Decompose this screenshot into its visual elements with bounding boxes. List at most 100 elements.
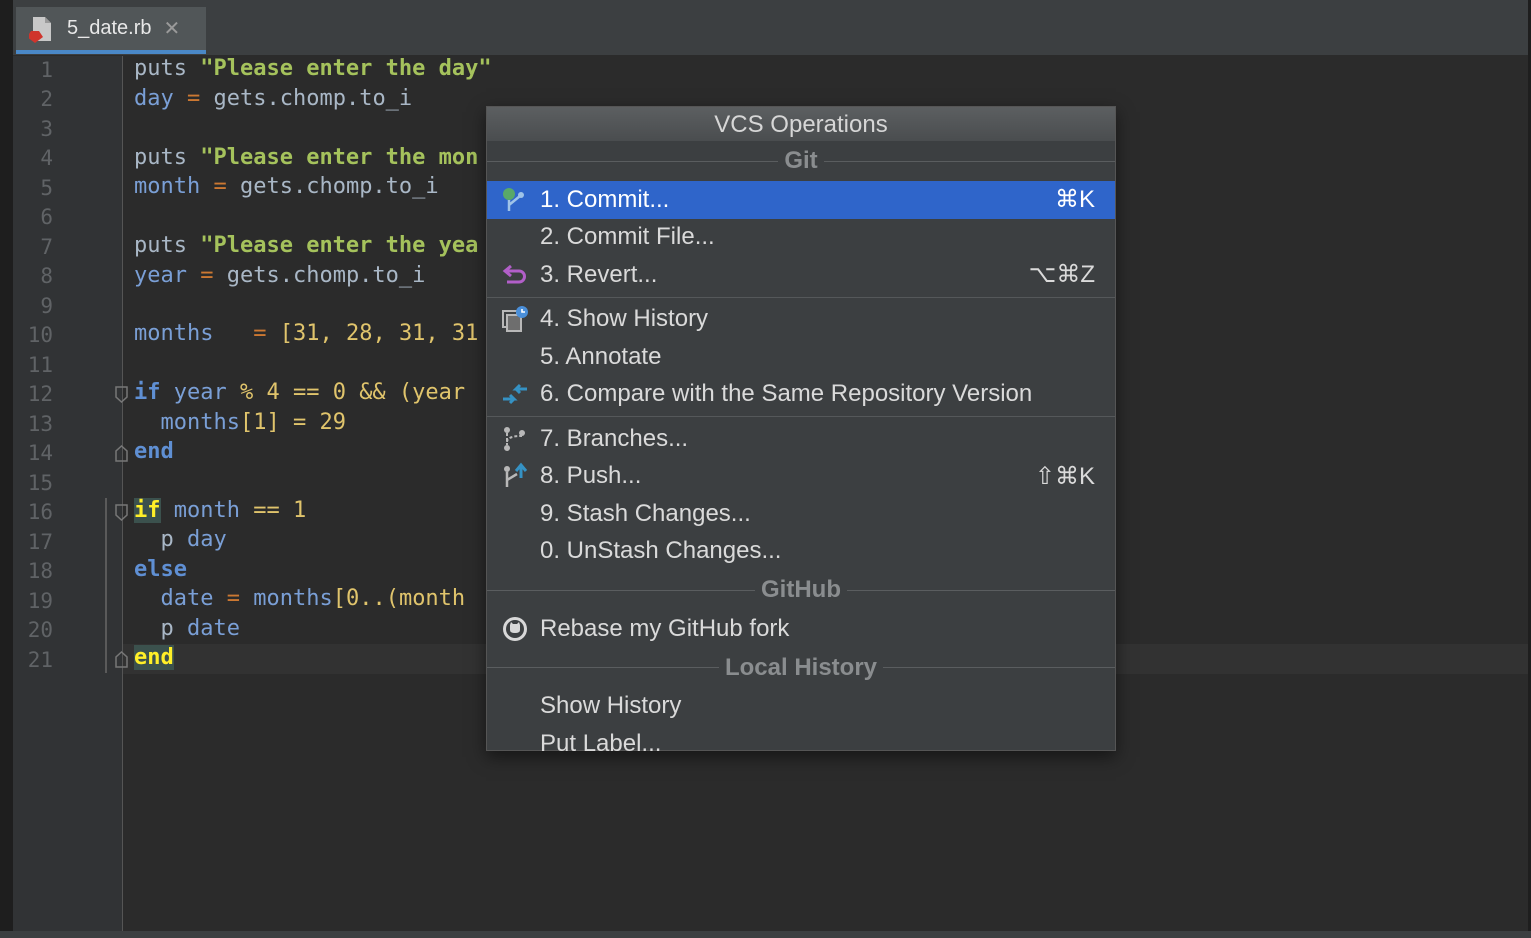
code-keyword: puts: [134, 56, 187, 81]
code-line[interactable]: p day: [134, 527, 227, 552]
menu-item-shortcut: ⌥⌘Z: [1028, 261, 1095, 289]
menu-item-local-show-history[interactable]: Show History: [487, 688, 1115, 726]
menu-item-push[interactable]: 8. Push... ⇧⌘K: [487, 458, 1115, 496]
code-line[interactable]: p date: [134, 616, 240, 641]
menu-item-shortcut: ⇧⌘K: [1034, 462, 1095, 490]
code-line[interactable]: end: [134, 439, 174, 464]
window-frame-left: [0, 0, 13, 938]
menu-item-put-label[interactable]: Put Label...: [487, 725, 1115, 763]
fold-marker-icon[interactable]: [115, 651, 128, 668]
menu-item-label: 3. Revert...: [540, 260, 658, 288]
window-frame-bottom: [0, 931, 1531, 938]
menu-item-label: 8. Push...: [540, 462, 642, 490]
code-variable: date: [187, 616, 240, 641]
code-line[interactable]: months[1] = 29: [134, 410, 346, 435]
line-number: 13: [27, 412, 53, 436]
gutter-divider: [122, 56, 123, 931]
menu-item-commit-file[interactable]: 2. Commit File...: [487, 219, 1115, 257]
code-operator: =: [213, 174, 227, 199]
line-number: 10: [27, 323, 53, 347]
code-line[interactable]: end: [134, 645, 174, 670]
menu-item-compare[interactable]: 6. Compare with the Same Repository Vers…: [487, 376, 1115, 414]
code-line[interactable]: year = gets.chomp.to_i: [134, 263, 425, 288]
group-label: GitHub: [761, 576, 841, 603]
code-variable: months: [134, 321, 214, 346]
line-number: 4: [40, 146, 53, 170]
menu-item-rebase-fork[interactable]: Rebase my GitHub fork: [487, 610, 1115, 648]
menu-item-label: 6. Compare with the Same Repository Vers…: [540, 380, 1033, 408]
menu-item-show-history[interactable]: 4. Show History: [487, 301, 1115, 339]
tab-filename: 5_date.rb: [67, 17, 152, 39]
menu-separator: [487, 416, 1115, 417]
revert-icon: [500, 260, 530, 290]
code-line[interactable]: if month == 1: [134, 498, 306, 523]
menu-item-label: Put Label...: [540, 729, 662, 757]
github-icon: [500, 614, 530, 644]
line-number: 6: [40, 205, 53, 229]
line-number: 17: [27, 530, 53, 554]
code-line[interactable]: if year % 4 == 0 && (year: [134, 380, 465, 405]
code-line[interactable]: puts "Please enter the yea: [134, 233, 478, 258]
line-number: 5: [40, 176, 53, 200]
code-text: == 1: [253, 498, 307, 523]
code-keyword: end: [134, 645, 174, 670]
branches-icon: [500, 424, 530, 454]
menu-item-label: 1. Commit...: [540, 185, 670, 213]
line-number: 16: [27, 500, 53, 524]
code-variable: month: [134, 174, 201, 199]
line-number: 1: [40, 58, 53, 82]
code-text: [31, 28, 31, 31: [279, 321, 479, 346]
code-line[interactable]: puts "Please enter the mon: [134, 145, 478, 170]
code-line[interactable]: day = gets.chomp.to_i: [134, 86, 412, 111]
group-header-local-history: Local History: [487, 648, 1116, 688]
code-variable: year: [173, 380, 227, 405]
code-string: "Please enter the mon: [200, 145, 479, 170]
code-text: [0..(month: [332, 586, 466, 611]
compare-icon: [500, 379, 530, 409]
code-operator: =: [187, 86, 201, 111]
line-number: 20: [27, 618, 53, 642]
menu-item-unstash[interactable]: 0. UnStash Changes...: [487, 533, 1115, 571]
editor-tab-bar: 5_date.rb ✕: [13, 0, 1528, 56]
fold-marker-icon[interactable]: [115, 386, 128, 403]
menu-item-label: Show History: [540, 692, 682, 720]
push-icon: [500, 461, 530, 491]
group-label: Git: [784, 147, 818, 174]
code-line[interactable]: date = months[0..(month: [134, 586, 466, 611]
menu-item-label: Rebase my GitHub fork: [540, 614, 790, 642]
menu-item-revert[interactable]: 3. Revert... ⌥⌘Z: [487, 256, 1115, 294]
code-string: "Please enter the day": [200, 56, 492, 81]
menu-item-commit[interactable]: 1. Commit... ⌘K: [487, 181, 1115, 219]
code-keyword: puts: [134, 233, 187, 258]
menu-item-stash[interactable]: 9. Stash Changes...: [487, 495, 1115, 533]
code-line[interactable]: months = [31, 28, 31, 31: [134, 321, 478, 346]
group-label: Local History: [724, 653, 878, 681]
menu-item-label: 9. Stash Changes...: [540, 499, 751, 527]
line-number: 21: [27, 648, 53, 672]
code-line[interactable]: puts "Please enter the day": [134, 56, 492, 81]
menu-item-annotate[interactable]: 5. Annotate: [487, 338, 1115, 376]
menu-item-label: 0. UnStash Changes...: [540, 537, 782, 565]
code-keyword: end: [134, 439, 174, 464]
code-variable: year: [134, 263, 187, 288]
code-line[interactable]: month = gets.chomp.to_i: [134, 174, 439, 199]
line-number: 19: [27, 589, 53, 613]
line-number: 11: [27, 353, 53, 377]
line-number: 15: [27, 471, 53, 495]
fold-marker-icon[interactable]: [115, 504, 128, 521]
menu-item-label: 2. Commit File...: [540, 223, 715, 251]
line-number: 14: [27, 441, 53, 465]
menu-item-label: 7. Branches...: [540, 424, 689, 452]
menu-item-branches[interactable]: 7. Branches...: [487, 420, 1115, 458]
fold-marker-icon[interactable]: [115, 445, 128, 462]
code-string: "Please enter the yea: [200, 233, 479, 258]
code-text: gets.chomp.to_i: [226, 263, 426, 288]
menu-item-shortcut: ⌘K: [1054, 186, 1095, 214]
code-operator: =: [253, 321, 267, 346]
tab-close-icon[interactable]: ✕: [164, 16, 181, 41]
code-line[interactable]: else: [134, 557, 187, 582]
line-number: 3: [40, 117, 53, 141]
history-icon: [500, 304, 530, 334]
code-variable: date: [160, 586, 214, 611]
editor-tab[interactable]: 5_date.rb ✕: [16, 7, 206, 54]
